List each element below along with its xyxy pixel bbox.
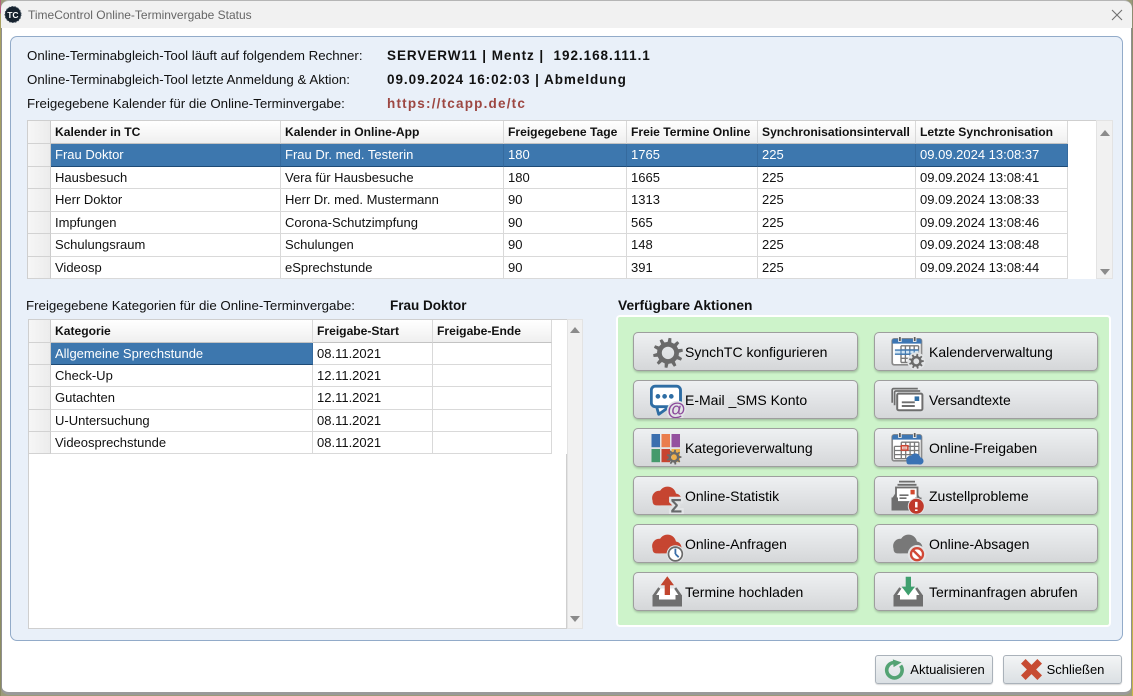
svg-text:TC: TC [7, 10, 18, 20]
svg-text:@: @ [667, 399, 685, 418]
svg-text:Σ: Σ [670, 496, 682, 514]
